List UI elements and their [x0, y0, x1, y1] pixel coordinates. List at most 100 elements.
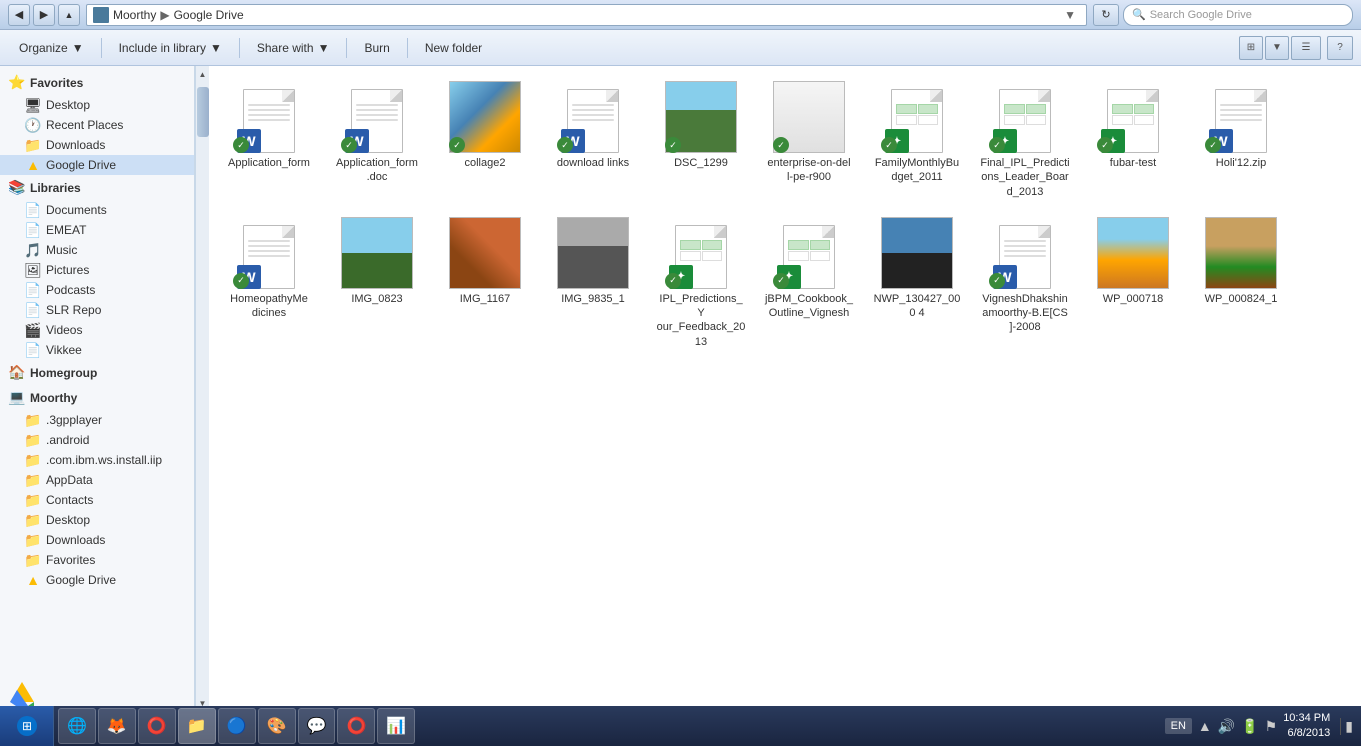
file-item[interactable]: W ✓Application_form — [219, 76, 319, 204]
downloads-icon: 📁 — [24, 137, 42, 154]
file-item[interactable]: ✦ ✓FamilyMonthlyBu dget_2011 — [867, 76, 967, 204]
view-icons: ⊞ ▼ ☰ ? — [1239, 36, 1353, 60]
file-name: download links — [557, 156, 629, 170]
scroll-up-arrow[interactable]: ▲ — [196, 66, 209, 82]
vertical-scrollbar[interactable]: ▲ ▼ — [195, 66, 209, 711]
file-name: IMG_0823 — [351, 292, 402, 306]
file-item[interactable]: WP_000718 — [1083, 212, 1183, 354]
taskbar-chrome2[interactable]: ⭕ — [337, 708, 375, 744]
sidebar-item-3gp[interactable]: 📁 .3gpplayer — [0, 410, 194, 430]
folder-icon: 📁 — [24, 412, 42, 429]
back-button[interactable]: ◀ — [8, 4, 30, 26]
show-desktop-icon[interactable]: ▮ — [1340, 718, 1353, 735]
file-item[interactable]: ✦ ✓fubar-test — [1083, 76, 1183, 204]
taskbar-skype[interactable]: 💬 — [298, 708, 336, 744]
taskbar-app8[interactable]: 📊 — [377, 708, 415, 744]
folder-icon-6: 📁 — [24, 512, 42, 529]
sidebar-item-slr[interactable]: 📄 SLR Repo — [0, 300, 194, 320]
up-button[interactable]: ▲ — [58, 4, 80, 26]
view-large-icons[interactable]: ⊞ — [1239, 36, 1263, 60]
scroll-thumb[interactable] — [197, 87, 209, 137]
burn-button[interactable]: Burn — [353, 34, 400, 62]
file-item[interactable]: ✦ ✓IPL_Predictions_Y our_Feedback_20 13 — [651, 212, 751, 354]
taskbar-firefox[interactable]: 🦊 — [98, 708, 136, 744]
sidebar-homegroup-header[interactable]: 🏠 Homegroup — [0, 360, 194, 385]
computer-icon: 💻 — [8, 389, 26, 406]
file-item[interactable]: W ✓VigneshDhakshin amoorthy-B.E[CS ]-200… — [975, 212, 1075, 354]
file-item[interactable]: W ✓Holi'12.zip — [1191, 76, 1291, 204]
title-bar: ◀ ▶ ▲ Moorthy ▶ Google Drive ▼ ↻ 🔍 Searc… — [0, 0, 1361, 30]
file-name: WP_000824_1 — [1205, 292, 1278, 306]
help-button[interactable]: ? — [1327, 36, 1353, 60]
sidebar-item-recent[interactable]: 🕐 Recent Places — [0, 115, 194, 135]
start-button[interactable]: ⊞ — [0, 706, 54, 746]
file-item[interactable]: WP_000824_1 — [1191, 212, 1291, 354]
sidebar-item-desktop[interactable]: 🖥 Desktop — [0, 95, 194, 115]
address-bar[interactable]: Moorthy ▶ Google Drive ▼ — [86, 4, 1087, 26]
sidebar-item-documents[interactable]: 📄 Documents — [0, 200, 194, 220]
search-box[interactable]: 🔍 Search Google Drive — [1123, 4, 1353, 26]
folder-icon-5: 📁 — [24, 492, 42, 509]
sidebar-item-pictures[interactable]: 🖼 Pictures — [0, 260, 194, 280]
sidebar-item-googledrive[interactable]: ▲ Google Drive — [0, 155, 194, 175]
battery-icon: 🔋 — [1241, 718, 1258, 735]
sidebar-item-favorites2[interactable]: 📁 Favorites — [0, 550, 194, 570]
sidebar-moorthy-header[interactable]: 💻 Moorthy — [0, 385, 194, 410]
sidebar-item-contacts[interactable]: 📁 Contacts — [0, 490, 194, 510]
sidebar-item-desktop2[interactable]: 📁 Desktop — [0, 510, 194, 530]
file-item[interactable]: ✦ ✓jBPM_Cookbook_ Outline_Vignesh — [759, 212, 859, 354]
taskbar-chrome[interactable]: ⭕ — [138, 708, 176, 744]
sidebar-item-appdata[interactable]: 📁 AppData — [0, 470, 194, 490]
podcasts-icon: 📄 — [24, 282, 42, 299]
taskbar-app6[interactable]: 🎨 — [258, 708, 296, 744]
file-item[interactable]: ✓enterprise-on-del l-pe-r900 — [759, 76, 859, 204]
organize-button[interactable]: Organize ▼ — [8, 34, 95, 62]
sidebar-favorites-header[interactable]: ⭐ Favorites — [0, 70, 194, 95]
file-grid: W ✓Application_form W ✓Application_form … — [209, 66, 1361, 711]
file-name: HomeopathyMe dicines — [224, 292, 314, 321]
share-with-button[interactable]: Share with ▼ — [246, 34, 341, 62]
ie-icon: 🌐 — [67, 716, 87, 736]
file-item[interactable]: NWP_130427_000 4 — [867, 212, 967, 354]
file-item[interactable]: IMG_0823 — [327, 212, 427, 354]
taskbar-app5[interactable]: 🔵 — [218, 708, 256, 744]
file-item[interactable]: ✓DSC_1299 — [651, 76, 751, 204]
include-library-button[interactable]: Include in library ▼ — [108, 34, 233, 62]
sidebar-item-android[interactable]: 📁 .android — [0, 430, 194, 450]
sidebar-item-podcasts[interactable]: 📄 Podcasts — [0, 280, 194, 300]
gdrive-icon-2: ▲ — [24, 572, 42, 588]
file-item[interactable]: W ✓HomeopathyMe dicines — [219, 212, 319, 354]
lang-indicator: EN — [1165, 718, 1192, 734]
file-item[interactable]: W ✓download links — [543, 76, 643, 204]
sidebar-item-downloads2[interactable]: 📁 Downloads — [0, 530, 194, 550]
view-dropdown[interactable]: ▼ — [1265, 36, 1289, 60]
taskbar-explorer[interactable]: 📁 — [178, 708, 216, 744]
new-folder-button[interactable]: New folder — [414, 34, 493, 62]
tray-clock: 10:34 PM 6/8/2013 — [1283, 711, 1330, 742]
sidebar-item-music[interactable]: 🎵 Music — [0, 240, 194, 260]
sidebar-item-videos[interactable]: 🎬 Videos — [0, 320, 194, 340]
file-name: IMG_9835_1 — [561, 292, 625, 306]
action-center-icon: ⚑ — [1265, 718, 1278, 735]
file-item[interactable]: IMG_9835_1 — [543, 212, 643, 354]
forward-button[interactable]: ▶ — [33, 4, 55, 26]
nav-buttons: ◀ ▶ ▲ — [8, 4, 80, 26]
app8-icon: 📊 — [386, 716, 406, 736]
sidebar-item-emeat[interactable]: 📄 EMEAT — [0, 220, 194, 240]
file-name: VigneshDhakshin amoorthy-B.E[CS ]-2008 — [980, 292, 1070, 335]
sidebar-item-gdrive2[interactable]: ▲ Google Drive — [0, 570, 194, 590]
file-item[interactable]: W ✓Application_form .doc — [327, 76, 427, 204]
file-name: Holi'12.zip — [1216, 156, 1266, 170]
sidebar-item-ibm[interactable]: 📁 .com.ibm.ws.install.iip — [0, 450, 194, 470]
sidebar-libraries-header[interactable]: 📚 Libraries — [0, 175, 194, 200]
libraries-icon: 📚 — [8, 179, 26, 196]
sidebar-item-downloads[interactable]: 📁 Downloads — [0, 135, 194, 155]
file-item[interactable]: IMG_1167 — [435, 212, 535, 354]
file-item[interactable]: ✦ ✓Final_IPL_Predicti ons_Leader_Boar d_… — [975, 76, 1075, 204]
view-details[interactable]: ☰ — [1291, 36, 1321, 60]
file-item[interactable]: ✓collage2 — [435, 76, 535, 204]
file-name: Application_form — [228, 156, 310, 170]
sidebar-item-vikkee[interactable]: 📄 Vikkee — [0, 340, 194, 360]
taskbar-ie[interactable]: 🌐 — [58, 708, 96, 744]
refresh-button[interactable]: ↻ — [1093, 4, 1119, 26]
